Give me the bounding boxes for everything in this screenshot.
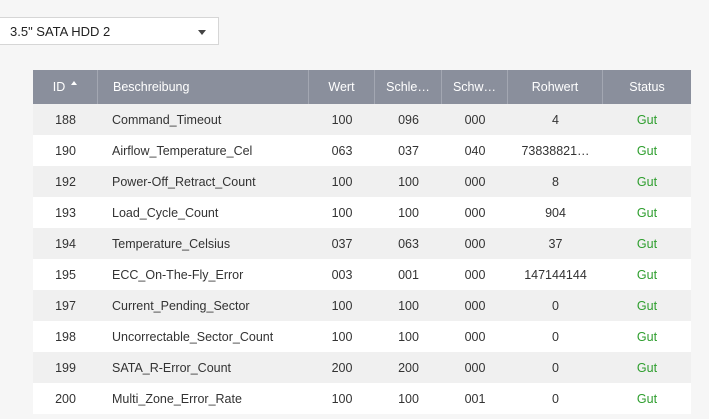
table-row[interactable]: 190 Airflow_Temperature_Cel 063 037 040 73838… [33,135,691,166]
cell-id: 188 [55,112,76,127]
cell-threshold1: 037 [398,143,419,158]
cell-description: Airflow_Temperature_Cel [112,143,253,158]
table-header-row: ID Beschreibung Wert Schle… Schw… Rohwer… [33,70,691,104]
cell-raw: 8 [552,174,559,189]
cell-threshold2: 000 [464,298,486,313]
cell-value: 037 [331,236,353,251]
cell-raw: 147144144 [524,267,587,282]
cell-status: Gut [636,329,658,344]
cell-description: Power-Off_Retract_Count [112,174,256,189]
cell-description: Uncorrectable_Sector_Count [112,329,274,344]
cell-id: 195 [55,267,76,282]
cell-threshold2: 040 [464,143,486,158]
cell-raw: 0 [552,298,559,313]
cell-threshold1: 063 [398,236,419,251]
cell-status: Gut [636,360,658,375]
column-header-value[interactable]: Wert [309,70,375,104]
cell-raw: 73838821… [521,143,590,158]
cell-status: Gut [636,391,658,406]
cell-value: 200 [331,360,353,375]
cell-threshold1: 100 [398,205,419,220]
cell-id: 192 [55,174,76,189]
cell-id: 200 [55,391,76,406]
cell-threshold2: 000 [464,112,486,127]
cell-threshold2: 000 [464,329,486,344]
cell-description: Load_Cycle_Count [112,205,219,220]
drive-select-value: 3.5" SATA HDD 2 [10,23,111,39]
cell-threshold1: 001 [398,267,419,282]
cell-threshold1: 200 [398,360,419,375]
cell-id: 193 [55,205,76,220]
cell-threshold1: 100 [398,329,419,344]
cell-value: 100 [331,205,353,220]
cell-value: 100 [331,329,353,344]
table-row[interactable]: 195 ECC_On-The-Fly_Error 003 001 000 14714414… [33,259,691,290]
cell-raw: 4 [552,112,559,127]
cell-threshold1: 096 [398,112,419,127]
cell-value: 100 [331,174,353,189]
column-header-raw[interactable]: Rohwert [508,70,603,104]
cell-threshold2: 000 [464,267,486,282]
cell-status: Gut [636,143,658,158]
cell-raw: 904 [545,205,566,220]
table-row[interactable]: 188 Command_Timeout 100 096 000 4 Gut [33,104,691,135]
table-row[interactable]: 199 SATA_R-Error_Count 200 200 000 0 Gut [33,352,691,383]
table-row[interactable]: 197 Current_Pending_Sector 100 100 000 0 Gut [33,290,691,321]
column-header-id[interactable]: ID [33,70,98,104]
table-row[interactable]: 198 Uncorrectable_Sector_Count 100 100 000 0 G… [33,321,691,352]
cell-value: 003 [331,267,353,282]
cell-id: 194 [55,236,76,251]
cell-status: Gut [636,298,658,313]
cell-description: Temperature_Celsius [112,236,231,251]
cell-raw: 0 [552,329,559,344]
cell-raw: 37 [548,236,563,251]
column-header-status[interactable]: Status [603,70,691,104]
column-header-description[interactable]: Beschreibung [98,70,309,104]
cell-status: Gut [636,112,658,127]
cell-threshold2: 000 [464,205,486,220]
table-row[interactable]: 200 Multi_Zone_Error_Rate 100 100 001 0 Gut [33,383,691,414]
cell-threshold1: 100 [398,174,419,189]
table-row[interactable]: 194 Temperature_Celsius 037 063 000 37 Gut [33,228,691,259]
cell-description: Command_Timeout [112,112,222,127]
cell-description: SATA_R-Error_Count [112,360,232,375]
cell-description: Multi_Zone_Error_Rate [112,391,242,406]
cell-value: 100 [331,391,353,406]
cell-threshold2: 001 [464,391,486,406]
drive-select-dropdown[interactable]: 3.5" SATA HDD 2 [0,17,219,45]
column-header-threshold2[interactable]: Schw… [442,70,508,104]
cell-status: Gut [636,236,658,251]
cell-id: 190 [55,143,76,158]
cell-id: 199 [55,360,76,375]
cell-value: 063 [331,143,353,158]
chevron-down-icon[interactable] [198,30,206,35]
cell-threshold1: 100 [398,391,419,406]
cell-description: Current_Pending_Sector [112,298,250,313]
cell-threshold2: 000 [464,174,486,189]
cell-threshold2: 000 [464,236,486,251]
cell-id: 198 [55,329,76,344]
cell-threshold2: 000 [464,360,486,375]
table-row[interactable]: 193 Load_Cycle_Count 100 100 000 904 Gut [33,197,691,228]
cell-status: Gut [636,205,658,220]
table-row[interactable]: 192 Power-Off_Retract_Count 100 100 000 8 Gut [33,166,691,197]
cell-status: Gut [636,174,658,189]
cell-raw: 0 [552,360,559,375]
column-header-threshold1[interactable]: Schle… [375,70,442,104]
smart-attributes-table: ID Beschreibung Wert Schle… Schw… Rohwer… [33,70,691,414]
cell-status: Gut [636,267,658,282]
cell-description: ECC_On-The-Fly_Error [112,267,244,282]
cell-value: 100 [331,298,353,313]
cell-raw: 0 [552,391,559,406]
cell-id: 197 [55,298,76,313]
cell-threshold1: 100 [398,298,419,313]
sort-ascending-icon [71,81,78,85]
cell-value: 100 [331,112,353,127]
